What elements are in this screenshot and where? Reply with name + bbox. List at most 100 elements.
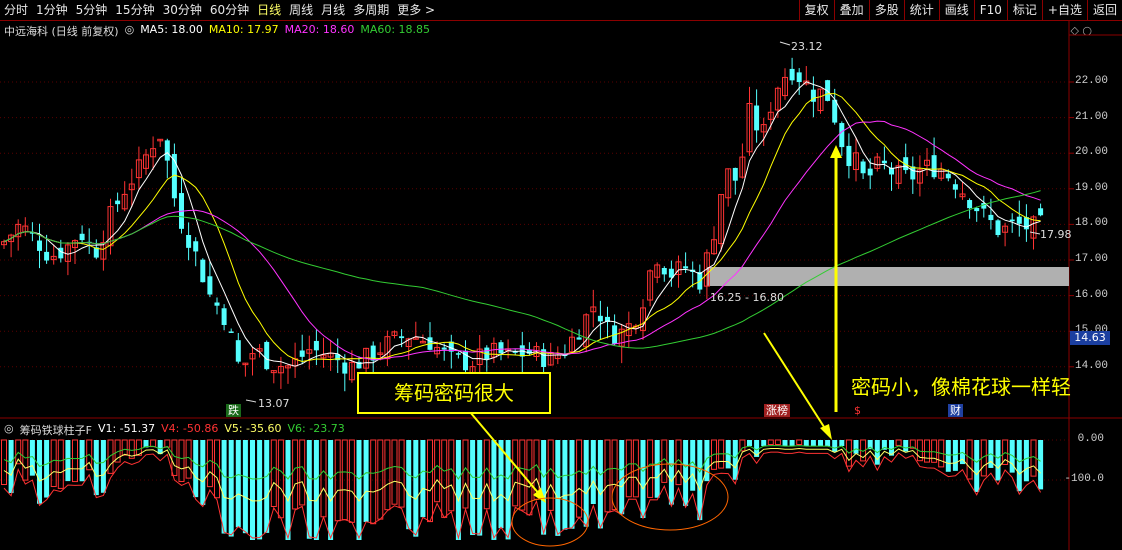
chip-range-band	[707, 267, 1069, 286]
candle-body	[235, 340, 241, 362]
indicator-bar	[235, 440, 241, 528]
indicator-bar	[839, 440, 845, 446]
indicator-bar	[50, 439, 57, 488]
candle-body	[214, 302, 220, 306]
y-axis-tick-label: 18.00	[1074, 217, 1108, 230]
indicator-bar	[221, 440, 227, 534]
indicator-bar	[257, 440, 263, 540]
sub-y-axis-tick-label: -100.0	[1064, 473, 1104, 485]
y-axis-tick-label: 17.00	[1074, 253, 1108, 265]
indicator-bar	[334, 439, 341, 522]
indicator-bar	[632, 439, 639, 498]
v4-line	[3, 451, 1042, 540]
indicator-bar	[647, 439, 654, 498]
candle-body	[498, 342, 504, 354]
current-price-marker: 14.63	[1070, 331, 1110, 345]
candle-body	[988, 214, 994, 221]
indicator-bar	[761, 440, 767, 446]
candle-body	[115, 200, 121, 205]
indicator-bar	[611, 439, 618, 511]
indicator-bar	[171, 439, 178, 477]
indicator-bar	[555, 440, 561, 536]
candle-body	[839, 123, 845, 148]
candle-body	[200, 259, 206, 283]
candle-body	[441, 347, 447, 350]
candlestick-chart[interactable]	[0, 0, 1122, 550]
indicator-bar	[732, 440, 738, 480]
indicator-bar	[562, 440, 568, 530]
indicator-bar	[277, 439, 284, 519]
y-axis-tick-label: 22.00	[1074, 75, 1108, 87]
indicator-bar	[178, 439, 185, 483]
candle-body	[79, 233, 85, 241]
indicator-bar	[498, 440, 504, 529]
y-axis-tick-label: 21.00	[1074, 110, 1108, 123]
indicator-bar	[541, 440, 547, 535]
finance-tag[interactable]: 财	[948, 404, 963, 417]
indicator-bar	[747, 440, 752, 446]
indicator-bar	[363, 440, 369, 522]
indicator-bar	[398, 439, 405, 508]
indicator-bar	[483, 439, 490, 510]
indicator-bar	[356, 440, 362, 540]
dollar-tag[interactable]: $	[852, 404, 863, 417]
indicator-bar	[313, 440, 319, 540]
indicator-bar	[285, 440, 291, 540]
ma20-line	[3, 120, 1041, 361]
limit-down-tag[interactable]: 跌	[226, 404, 241, 417]
indicator-bar	[654, 440, 660, 498]
candle-body	[789, 68, 795, 81]
indicator-bar	[328, 440, 334, 540]
indicator-bar	[774, 439, 781, 445]
candle-body	[399, 336, 405, 339]
candle-body	[313, 340, 319, 351]
ma10-line	[3, 93, 1041, 363]
indicator-bar	[37, 440, 42, 504]
candle-body	[881, 160, 887, 164]
indicator-bar	[966, 439, 973, 480]
indicator-bar	[853, 440, 859, 454]
indicator-bar	[995, 440, 1001, 481]
indicator-bar	[604, 439, 611, 513]
indicator-bar	[384, 439, 391, 511]
indicator-bar	[391, 439, 398, 505]
candle-body	[732, 167, 738, 181]
indicator-bar	[590, 440, 596, 505]
indicator-bar	[690, 440, 696, 491]
indicator-bar	[895, 439, 902, 446]
candle-body	[207, 276, 213, 295]
indicator-bar	[200, 440, 206, 506]
indicator-bar	[491, 440, 497, 540]
candle-body	[58, 247, 64, 259]
indicator-bar	[825, 440, 831, 446]
high-marker	[779, 41, 791, 46]
indicator-bar	[455, 440, 461, 540]
indicator-bar	[264, 440, 270, 533]
candle-body	[754, 105, 760, 131]
indicator-bar	[625, 439, 632, 498]
indicator-bar	[270, 439, 277, 508]
indicator-bar	[832, 440, 838, 452]
indicator-bar	[1016, 440, 1022, 492]
indicator-bar	[193, 440, 199, 498]
indicator-bar	[406, 440, 412, 530]
indicator-bar	[782, 440, 788, 446]
highlight-ellipse	[511, 497, 589, 547]
candle-body	[967, 200, 973, 209]
indicator-bar	[547, 439, 554, 511]
indicator-bar	[526, 439, 533, 516]
indicator-bar	[79, 440, 85, 482]
indicator-bar	[250, 440, 255, 540]
indicator-bar	[818, 440, 823, 446]
indicator-bar	[320, 439, 327, 518]
indicator-bar	[640, 440, 646, 518]
limit-list-tag[interactable]: 涨榜	[764, 404, 790, 417]
candle-body	[952, 184, 958, 190]
band-range-label: 16.25 - 16.80	[710, 291, 784, 304]
candle-body	[342, 362, 348, 374]
indicator-bar	[683, 440, 689, 506]
indicator-bar	[903, 440, 909, 452]
candle-body	[1009, 219, 1015, 222]
candle-body	[796, 72, 802, 83]
candle-body	[1038, 208, 1044, 216]
